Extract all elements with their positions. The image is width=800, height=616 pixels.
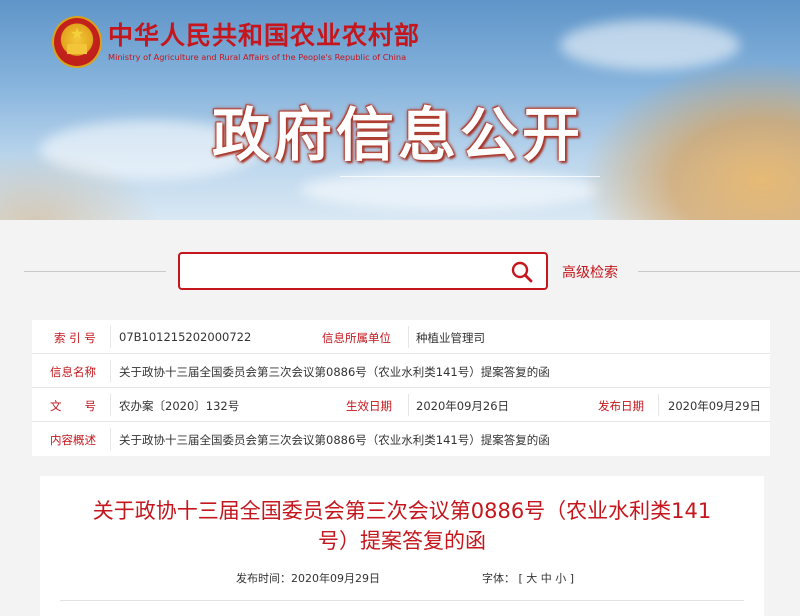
unit-label: 信息所属单位	[322, 331, 391, 345]
table-row: 索 引 号 07B101215202000722 信息所属单位 种植业管理司	[32, 320, 770, 354]
font-size-large-button[interactable]: 大	[526, 572, 537, 585]
article-title-line: 关于政协十三届全国委员会第三次会议第0886号（农业水利类141	[92, 499, 712, 523]
doc-number-value: 农办案〔2020〕132号	[119, 399, 240, 413]
name-value: 关于政协十三届全国委员会第三次会议第0886号（农业水利类141号）提案答复的函	[119, 365, 550, 379]
info-table: 索 引 号 07B101215202000722 信息所属单位 种植业管理司 信…	[32, 320, 770, 456]
unit-value: 种植业管理司	[416, 331, 485, 345]
bracket: ]	[569, 572, 575, 585]
divider	[24, 271, 166, 272]
search-box	[178, 252, 548, 290]
publish-time: 发布时间：2020年09月29日	[236, 572, 380, 585]
index-value: 07B101215202000722	[119, 330, 252, 344]
wheat-decoration	[0, 150, 160, 220]
font-size-control: 字体： [ 大 中 小 ]	[482, 570, 574, 586]
search-icon[interactable]	[510, 260, 534, 284]
summary-value: 关于政协十三届全国委员会第三次会议第0886号（农业水利类141号）提案答复的函	[119, 433, 550, 447]
index-label: 索 引 号	[54, 331, 96, 345]
publish-date-value: 2020年09月29日	[668, 399, 762, 413]
font-size-small-button[interactable]: 小	[555, 572, 566, 585]
section-title: 政府信息公开	[212, 101, 585, 169]
national-emblem-icon[interactable]: ★	[52, 16, 102, 68]
advanced-search-link[interactable]: 高级检索	[562, 262, 618, 282]
font-size-medium-button[interactable]: 中	[541, 572, 552, 585]
table-row: 内容概述 关于政协十三届全国委员会第三次会议第0886号（农业水利类141号）提…	[32, 422, 770, 456]
table-row: 信息名称 关于政协十三届全国委员会第三次会议第0886号（农业水利类141号）提…	[32, 354, 770, 388]
name-label: 信息名称	[50, 365, 96, 379]
search-input[interactable]	[188, 260, 502, 284]
search-area: 高级检索	[0, 220, 800, 315]
divider	[60, 600, 744, 601]
doc-number-label: 文 号	[50, 399, 96, 413]
font-size-label: 字体：	[482, 572, 515, 585]
summary-label: 内容概述	[50, 433, 96, 447]
publish-date-label: 发布日期	[598, 399, 644, 413]
article-title: 关于政协十三届全国委员会第三次会议第0886号（农业水利类141 号）提案答复的…	[40, 496, 764, 556]
effective-date-label: 生效日期	[346, 399, 392, 413]
title-underline	[340, 176, 600, 177]
divider	[638, 271, 800, 272]
table-row: 文 号 农办案〔2020〕132号 生效日期 2020年09月26日 发布日期 …	[32, 388, 770, 422]
wheat-decoration	[580, 60, 800, 220]
bracket: [	[518, 572, 523, 585]
ministry-name-cn[interactable]: 中华人民共和国农业农村部	[108, 16, 420, 52]
ministry-name-en: Ministry of Agriculture and Rural Affair…	[108, 52, 407, 62]
effective-date-value: 2020年09月26日	[416, 399, 510, 413]
article-title-line: 号）提案答复的函	[318, 529, 486, 553]
article: 关于政协十三届全国委员会第三次会议第0886号（农业水利类141 号）提案答复的…	[40, 476, 764, 616]
header-banner: ★ 中华人民共和国农业农村部 Ministry of Agriculture a…	[0, 0, 800, 220]
